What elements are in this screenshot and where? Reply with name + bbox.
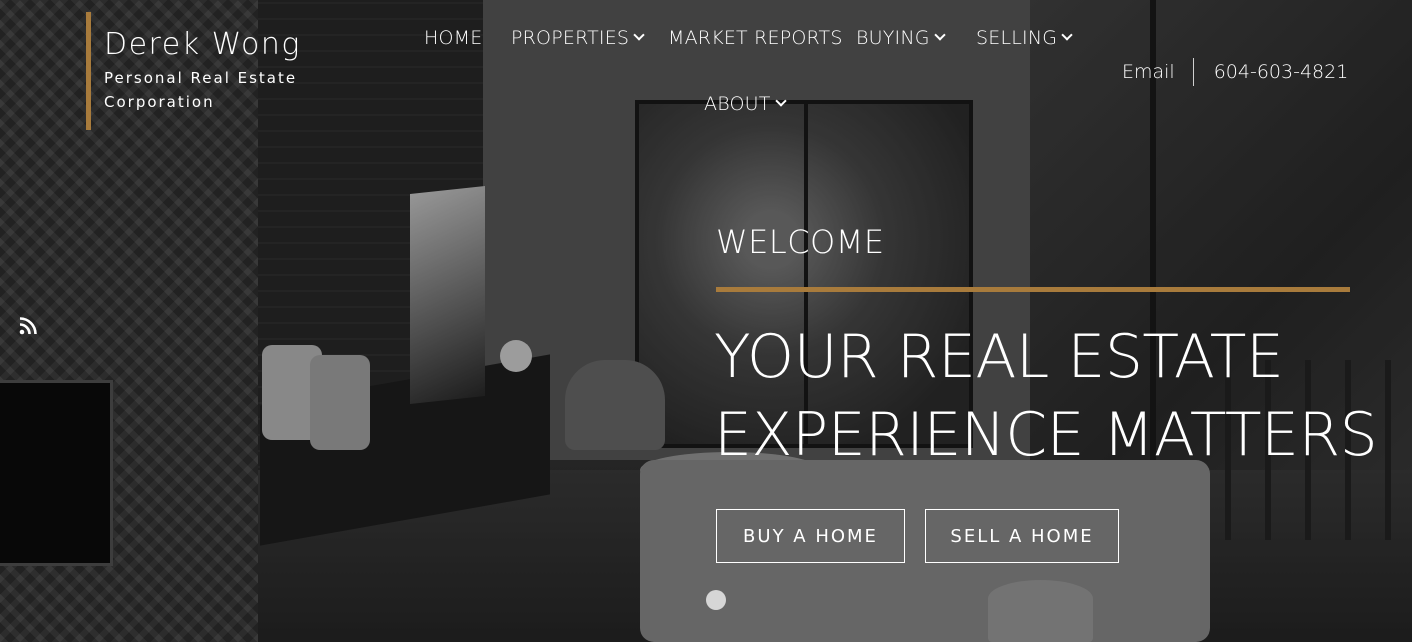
email-link[interactable]: Email	[1122, 61, 1175, 83]
nav-item-home[interactable]: HOME	[424, 27, 482, 49]
brand-name: Derek Wong	[104, 27, 301, 62]
hero-title-line: YOUR REAL ESTATE	[714, 322, 1284, 392]
hero-title-line: EXPERIENCE MATTERS	[714, 400, 1378, 470]
rss-icon[interactable]	[19, 317, 37, 335]
nav-item-label: ABOUT	[704, 93, 771, 115]
nav-item-label: MARKET REPORTS	[668, 27, 843, 49]
hero-title: YOUR REAL ESTATE EXPERIENCE MATTERS	[714, 318, 1394, 474]
slider-dot[interactable]	[706, 590, 726, 610]
phone-link[interactable]: 604-603-4821	[1214, 61, 1349, 83]
chevron-down-icon	[934, 29, 946, 41]
brand-subtitle: Personal Real Estate Corporation	[104, 69, 298, 111]
header-contact: Email 604-603-4821	[1122, 58, 1348, 86]
chevron-down-icon	[633, 29, 645, 41]
nav-item-label: PROPERTIES	[511, 27, 630, 49]
nav-item-selling[interactable]: SELLING	[976, 27, 1073, 49]
nav-item-about[interactable]: ABOUT	[704, 93, 787, 115]
nav-item-buying[interactable]: BUYING	[856, 27, 946, 49]
nav-item-label: BUYING	[856, 27, 930, 49]
nav-item-label: SELLING	[976, 27, 1058, 49]
nav-item-label: HOME	[424, 27, 483, 49]
chevron-down-icon	[774, 95, 787, 107]
brand-logo[interactable]: Derek Wong Personal Real Estate Corporat…	[86, 12, 304, 130]
hero-welcome: WELCOME	[716, 223, 885, 261]
sell-a-home-button[interactable]: SELL A HOME	[925, 509, 1119, 563]
buy-a-home-button[interactable]: BUY A HOME	[716, 509, 905, 563]
hero-divider	[716, 287, 1350, 292]
chevron-down-icon	[1061, 29, 1073, 41]
divider	[1192, 58, 1194, 86]
nav-item-market-reports[interactable]: MARKET REPORTS	[668, 27, 843, 49]
nav-item-properties[interactable]: PROPERTIES	[511, 27, 645, 49]
